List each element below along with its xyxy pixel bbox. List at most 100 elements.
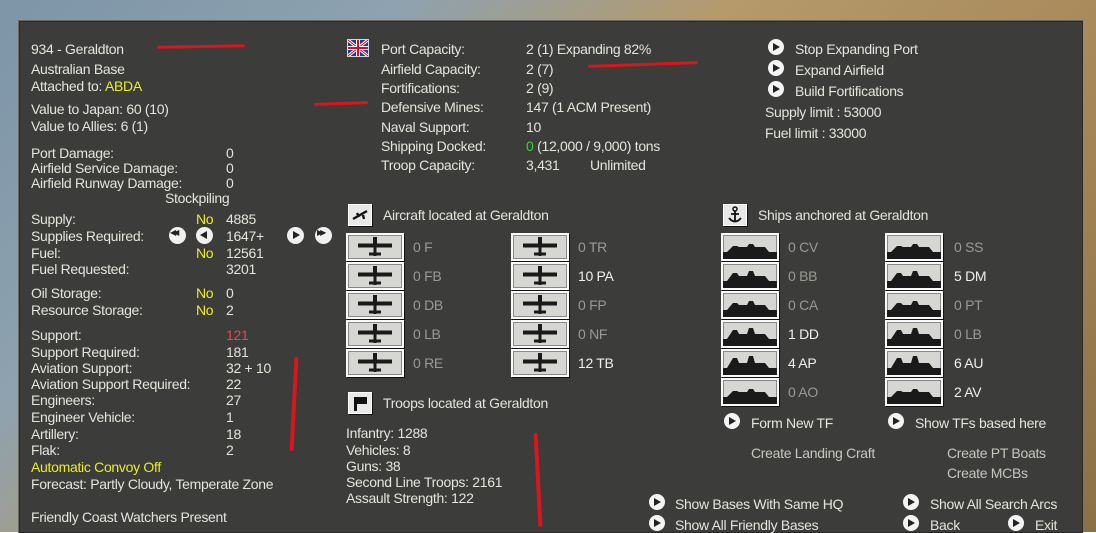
aircraft-tile[interactable] <box>511 291 569 319</box>
show-bases-same-hq-button[interactable]: Show Bases With Same HQ <box>675 496 843 512</box>
back-icon[interactable] <box>903 515 919 531</box>
aircraft-tile[interactable] <box>346 349 404 377</box>
ship-tile[interactable] <box>721 349 779 377</box>
ship-tile[interactable] <box>885 233 943 261</box>
supplies-required-label: Supplies Required: <box>31 228 144 244</box>
anchor-icon <box>723 204 747 226</box>
aircraft-tile[interactable] <box>346 320 404 348</box>
airplane-icon <box>358 266 392 285</box>
ship-count-label: 0 SS <box>954 239 984 255</box>
ship-tile[interactable] <box>885 378 943 406</box>
show-tfs-icon[interactable] <box>888 413 904 429</box>
search-arcs-icon[interactable] <box>903 494 919 510</box>
troops-assault-strength: Assault Strength: 122 <box>346 490 474 506</box>
weather-forecast: Forecast: Partly Cloudy, Temperate Zone <box>31 476 274 492</box>
fuel-requested-label: Fuel Requested: <box>31 261 130 277</box>
stockpiling-header: Stockpiling <box>165 190 230 206</box>
increase-button[interactable] <box>287 227 304 244</box>
show-friendly-icon[interactable] <box>649 515 665 531</box>
aircraft-tile[interactable] <box>511 233 569 261</box>
airfield-service-damage-value: 0 <box>226 160 234 176</box>
increase-more-button[interactable] <box>315 227 332 244</box>
ship-tile[interactable] <box>885 349 943 377</box>
automatic-convoy-toggle[interactable]: Automatic Convoy Off <box>31 459 161 475</box>
defensive-mines-label: Defensive Mines: <box>381 99 484 115</box>
aircraft-tile[interactable] <box>346 291 404 319</box>
build-fortifications-button[interactable]: Build Fortifications <box>795 83 904 99</box>
ship-tile[interactable] <box>721 320 779 348</box>
ship-tile[interactable] <box>885 262 943 290</box>
ship-tile[interactable] <box>885 291 943 319</box>
exit-button[interactable]: Exit <box>1035 517 1057 533</box>
airplane-icon <box>358 353 392 372</box>
stop-expanding-port-button[interactable]: Stop Expanding Port <box>795 41 918 57</box>
ship-tile[interactable] <box>721 378 779 406</box>
form-new-tf-button[interactable]: Form New TF <box>751 415 833 431</box>
ship-tile[interactable] <box>721 233 779 261</box>
airplane-icon <box>523 324 557 343</box>
exit-icon[interactable] <box>1008 515 1024 531</box>
ship-tile[interactable] <box>885 320 943 348</box>
flak-label: Flak: <box>31 442 60 458</box>
aircraft-tile[interactable] <box>346 262 404 290</box>
oil-storage-toggle[interactable]: No <box>196 285 214 301</box>
ship-icon <box>887 301 941 317</box>
aviation-support-label: Aviation Support: <box>31 360 133 376</box>
shipping-docked-value: 0 (12,000 / 9,000) tons <box>526 138 660 154</box>
fuel-requested-value: 3201 <box>226 261 256 277</box>
aircraft-icon <box>348 204 372 226</box>
resource-storage-value: 2 <box>226 302 234 318</box>
decrease-more-button[interactable] <box>169 227 186 244</box>
troops-section-title: Troops located at Geraldton <box>383 395 548 411</box>
aircraft-tile[interactable] <box>346 233 404 261</box>
create-landing-craft-button[interactable]: Create Landing Craft <box>751 445 875 461</box>
support-required-value: 181 <box>226 344 249 360</box>
build-fortifications-icon[interactable] <box>768 81 784 97</box>
form-new-tf-icon[interactable] <box>724 413 740 429</box>
aircraft-count-label: 0 NF <box>578 326 608 342</box>
ship-icon <box>723 328 777 346</box>
resource-storage-toggle[interactable]: No <box>196 302 214 318</box>
airfield-runway-damage-label: Airfield Runway Damage: <box>31 175 183 191</box>
shipping-docked-count: 0 <box>526 138 534 154</box>
support-required-label: Support Required: <box>31 344 140 360</box>
ship-icon <box>887 356 941 375</box>
aircraft-tile[interactable] <box>511 262 569 290</box>
airplane-icon <box>358 237 392 256</box>
show-same-hq-icon[interactable] <box>649 494 665 510</box>
aircraft-tile[interactable] <box>511 349 569 377</box>
expand-airfield-icon[interactable] <box>768 60 784 76</box>
ship-count-label: 6 AU <box>954 355 984 371</box>
airplane-icon <box>523 295 557 314</box>
engineers-label: Engineers: <box>31 392 95 408</box>
decrease-button[interactable] <box>196 227 213 244</box>
attached-hq-link[interactable]: ABDA <box>105 78 142 94</box>
airplane-icon <box>358 295 392 314</box>
ship-count-label: 0 BB <box>788 268 818 284</box>
create-mcbs-button[interactable]: Create MCBs <box>947 465 1028 481</box>
airplane-icon <box>523 353 557 372</box>
aircraft-tile[interactable] <box>511 320 569 348</box>
ship-tile[interactable] <box>721 262 779 290</box>
flak-value: 2 <box>226 442 234 458</box>
troops-vehicles: Vehicles: 8 <box>346 442 411 458</box>
airfield-runway-damage-value: 0 <box>226 175 234 191</box>
airplane-icon <box>358 324 392 343</box>
fuel-stockpile-toggle[interactable]: No <box>196 245 214 261</box>
airfield-capacity-label: Airfield Capacity: <box>381 61 481 77</box>
base-title: 934 - Geraldton <box>31 41 124 57</box>
back-button[interactable]: Back <box>930 517 960 533</box>
aircraft-count-label: 0 TR <box>578 239 607 255</box>
show-all-friendly-bases-button[interactable]: Show All Friendly Bases <box>675 517 819 533</box>
artillery-label: Artillery: <box>31 426 79 442</box>
supply-stockpile-toggle[interactable]: No <box>196 211 214 227</box>
ship-tile[interactable] <box>721 291 779 319</box>
show-all-search-arcs-button[interactable]: Show All Search Arcs <box>930 496 1057 512</box>
expand-airfield-button[interactable]: Expand Airfield <box>795 62 884 78</box>
show-tfs-button[interactable]: Show TFs based here <box>915 415 1046 431</box>
stop-expanding-port-icon[interactable] <box>768 39 784 55</box>
fortifications-value: 2 (9) <box>526 80 554 96</box>
ship-count-label: 0 LB <box>954 326 982 342</box>
engineers-value: 27 <box>226 392 241 408</box>
create-pt-boats-button[interactable]: Create PT Boats <box>947 445 1046 461</box>
